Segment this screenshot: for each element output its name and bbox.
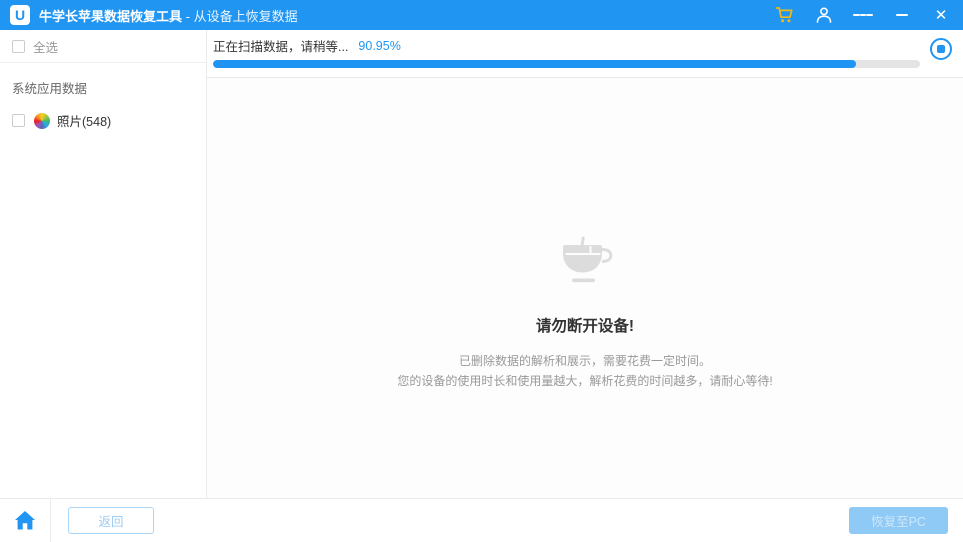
recover-to-pc-button[interactable]: 恢复至PC — [849, 506, 948, 534]
footer-bar: 返回 恢复至PC — [0, 498, 963, 542]
main-panel: 正在扫描数据，请稍等... 90.95% 请勿断开设备! 已删除数据的解析和展示… — [207, 30, 963, 498]
stop-scan-button[interactable] — [930, 38, 952, 60]
user-account-icon[interactable] — [814, 5, 834, 25]
app-title: 牛学长苹果数据恢复工具 — [39, 8, 183, 24]
sidebar-section-title: 系统应用数据 — [12, 82, 88, 96]
progress-bar — [213, 60, 920, 68]
sidebar: 全选 系统应用数据 照片(548) — [0, 30, 207, 498]
app-subtitle: - 从设备上恢复数据 — [182, 8, 298, 24]
home-icon — [15, 510, 35, 529]
titlebar-actions: ✕ — [775, 5, 951, 25]
wait-message-area: 请勿断开设备! 已删除数据的解析和展示，需要花费一定时间。 您的设备的使用时长和… — [207, 78, 963, 498]
stop-icon — [937, 45, 945, 53]
coffee-cup-icon — [563, 236, 613, 283]
cart-icon[interactable] — [775, 5, 795, 25]
wait-description-line2: 您的设备的使用时长和使用量越大，解析花费的时间越多，请耐心等待! — [397, 374, 773, 388]
wait-description: 已删除数据的解析和展示，需要花费一定时间。 您的设备的使用时长和使用量越大，解析… — [397, 351, 772, 391]
progress-labels: 正在扫描数据，请稍等... 90.95% — [213, 36, 920, 55]
photos-checkbox[interactable] — [12, 114, 25, 127]
footer-divider — [50, 498, 51, 542]
app-body: 全选 系统应用数据 照片(548) 正在扫描数据，请稍等... 90.95% 请… — [0, 30, 963, 498]
minimize-icon[interactable] — [892, 5, 912, 25]
wait-description-line1: 已删除数据的解析和展示，需要花费一定时间。 — [458, 354, 711, 368]
titlebar: U 牛学长苹果数据恢复工具 - 从设备上恢复数据 ✕ — [0, 0, 963, 30]
app-logo-icon: U — [10, 5, 30, 25]
menu-icon[interactable] — [853, 5, 874, 25]
photos-icon — [34, 112, 50, 129]
app-window: U 牛学长苹果数据恢复工具 - 从设备上恢复数据 ✕ 全选 系统应用数据 照片(… — [0, 0, 963, 542]
progress-percent: 90.95% — [358, 38, 401, 53]
do-not-disconnect-heading: 请勿断开设备! — [535, 318, 635, 335]
select-all-checkbox[interactable] — [12, 39, 25, 53]
close-icon[interactable]: ✕ — [931, 5, 951, 25]
home-button[interactable] — [14, 509, 36, 531]
select-all-label: 全选 — [33, 40, 59, 55]
scan-progress-section: 正在扫描数据，请稍等... 90.95% — [207, 30, 963, 78]
sidebar-item-photos[interactable]: 照片(548) — [0, 111, 206, 130]
select-all-row[interactable]: 全选 — [0, 30, 206, 63]
sidebar-item-label: 照片(548) — [57, 115, 112, 129]
progress-fill — [213, 60, 857, 68]
back-button[interactable]: 返回 — [68, 506, 154, 534]
progress-status-text: 正在扫描数据，请稍等... — [213, 40, 349, 54]
window-title: 牛学长苹果数据恢复工具 - 从设备上恢复数据 — [39, 6, 298, 25]
